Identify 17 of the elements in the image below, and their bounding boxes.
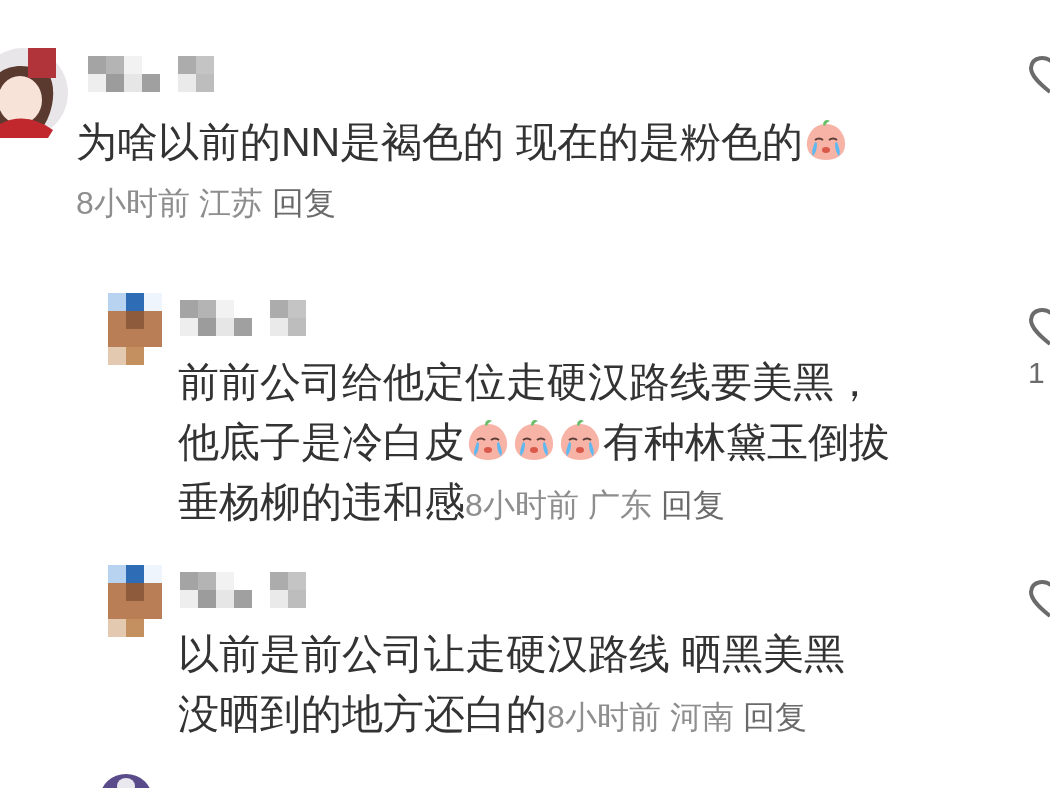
comment-text: 以前是前公司让走硬汉路线 晒黑美黑 [178,631,846,677]
comment-location: 江苏 [198,185,263,221]
comment-text: 前前公司给他定位走硬汉路线要美黑， [178,359,875,405]
comment-text: 他底子是冷白皮 [178,419,465,465]
comment-location: 广东 [587,487,652,523]
like-count: 1 [1028,358,1045,388]
reply-link[interactable]: 回复 [660,487,725,523]
reply-link[interactable]: 回复 [742,699,807,735]
comment-text: 没晒到的地方还白的 [178,691,547,737]
comment-time: 8小时前 [547,699,661,735]
comment-time: 8小时前 [465,487,579,523]
comment-text: 为啥以前的NN是褐色的 现在的是粉色的 [76,119,803,165]
comment-text: 有种林黛玉倒拔 [603,419,890,465]
comment-location: 河南 [669,699,734,735]
comment-text: 垂杨柳的违和感 [178,479,465,525]
reply-link[interactable]: 回复 [271,185,336,221]
comment-time: 8小时前 [76,185,190,221]
